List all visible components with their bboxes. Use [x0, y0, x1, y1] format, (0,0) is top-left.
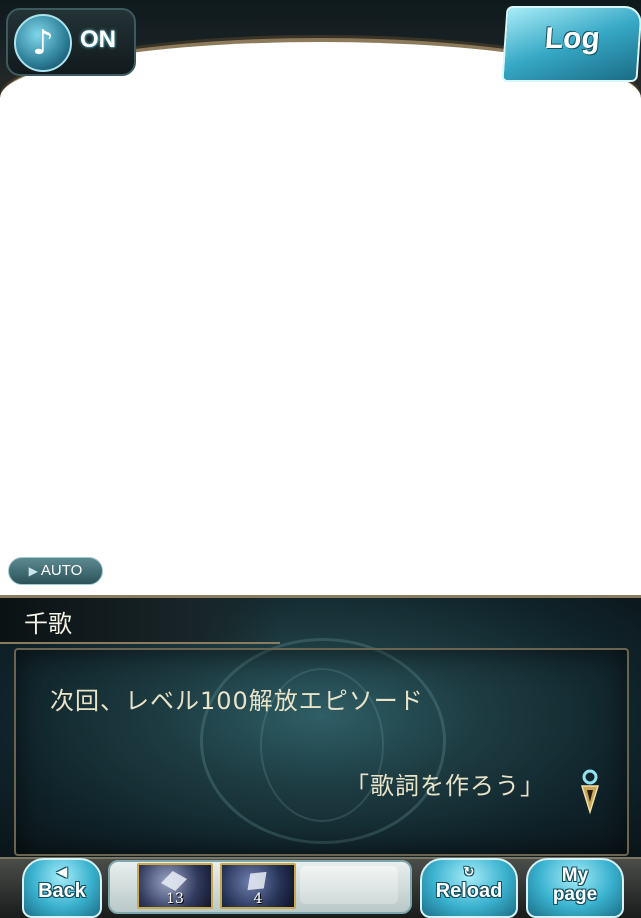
speaker-name: 千歌	[24, 610, 72, 638]
auto-label: AUTO	[40, 562, 83, 579]
reload-icon: ↻	[463, 864, 475, 879]
back-arrow-icon: ◀	[57, 864, 67, 879]
item-slot[interactable]: 13	[137, 863, 213, 909]
item-tray-empty-area	[300, 866, 398, 904]
music-state-label: ON	[80, 26, 116, 53]
play-arrow-icon: ▶	[28, 564, 38, 578]
item-crystal-icon	[161, 871, 187, 891]
reload-label: Reload	[435, 880, 503, 902]
reload-button[interactable]: ↻ Reload	[420, 858, 518, 918]
back-label: Back	[38, 880, 86, 902]
my-page-label: My page	[528, 866, 622, 904]
back-button[interactable]: ◀ Back	[22, 858, 102, 918]
item-slot[interactable]: 4	[220, 863, 296, 909]
log-button[interactable]: Log	[501, 6, 641, 82]
my-page-label-line2: page	[552, 884, 598, 905]
dialogue-inner-border	[14, 648, 629, 856]
dialogue-text-line: 「歌詞を作ろう」	[345, 772, 545, 800]
dialogue-text-line: 次回、レベル100解放エピソード	[50, 687, 424, 715]
auto-button[interactable]: ▶ AUTO	[8, 557, 103, 585]
scene-area[interactable]	[0, 100, 641, 595]
my-page-label-line1: My	[561, 865, 589, 886]
next-page-indicator-icon	[580, 769, 600, 814]
my-page-button[interactable]: My page	[526, 858, 624, 918]
music-toggle-button[interactable]: ♪ ON	[6, 8, 136, 76]
music-note-icon: ♪	[14, 14, 72, 72]
item-count: 13	[166, 891, 184, 907]
item-count: 4	[253, 891, 263, 907]
